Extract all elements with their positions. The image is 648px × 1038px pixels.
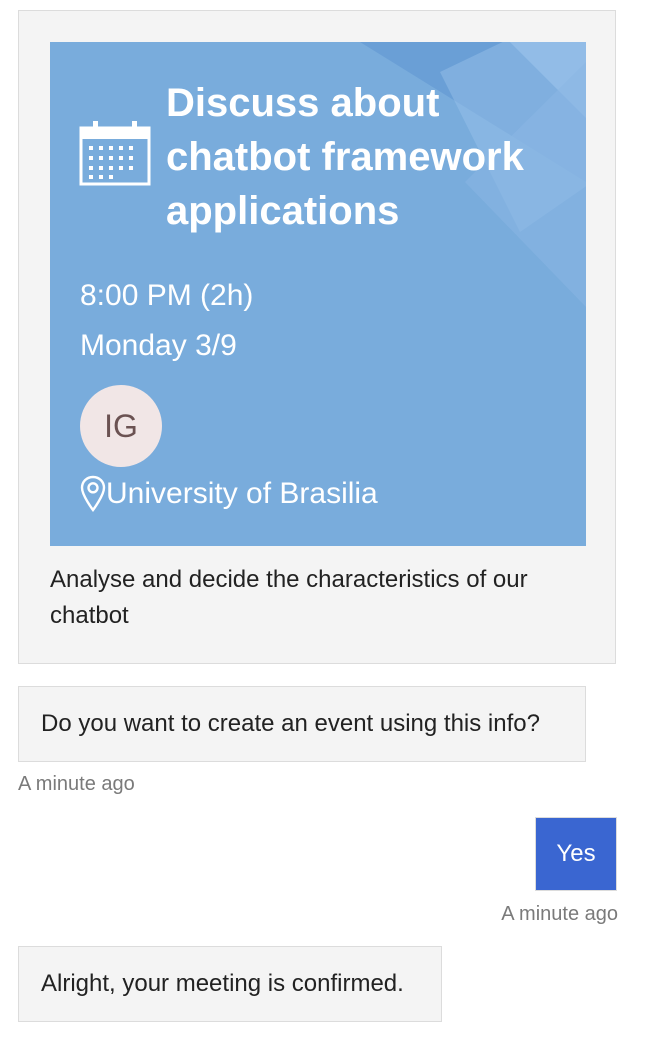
location-pin-icon bbox=[80, 475, 106, 512]
calendar-icon bbox=[79, 121, 151, 186]
message-timestamp: A minute ago bbox=[501, 903, 618, 925]
user-message-yes: Yes bbox=[535, 817, 617, 891]
attendee-avatar: IG bbox=[80, 385, 162, 467]
message-timestamp: A minute ago bbox=[18, 773, 135, 795]
bot-message-confirmed: Alright, your meeting is confirmed. bbox=[18, 946, 442, 1022]
event-date: Monday 3/9 bbox=[80, 329, 237, 362]
event-hero: Discuss about chatbot framework applicat… bbox=[50, 42, 586, 546]
message-text: Do you want to create an event using thi… bbox=[41, 710, 540, 737]
event-card: Discuss about chatbot framework applicat… bbox=[18, 10, 616, 664]
location-label: University of Brasilia bbox=[106, 477, 378, 510]
event-location: University of Brasilia bbox=[80, 474, 378, 514]
message-text: Alright, your meeting is confirmed. bbox=[41, 970, 404, 997]
event-time: 8:00 PM (2h) bbox=[80, 279, 254, 312]
bot-message-create-event: Do you want to create an event using thi… bbox=[18, 686, 586, 762]
message-text: Yes bbox=[556, 840, 596, 867]
event-title: Discuss about chatbot framework applicat… bbox=[166, 81, 524, 233]
event-description: Analyse and decide the characteristics o… bbox=[50, 566, 528, 629]
